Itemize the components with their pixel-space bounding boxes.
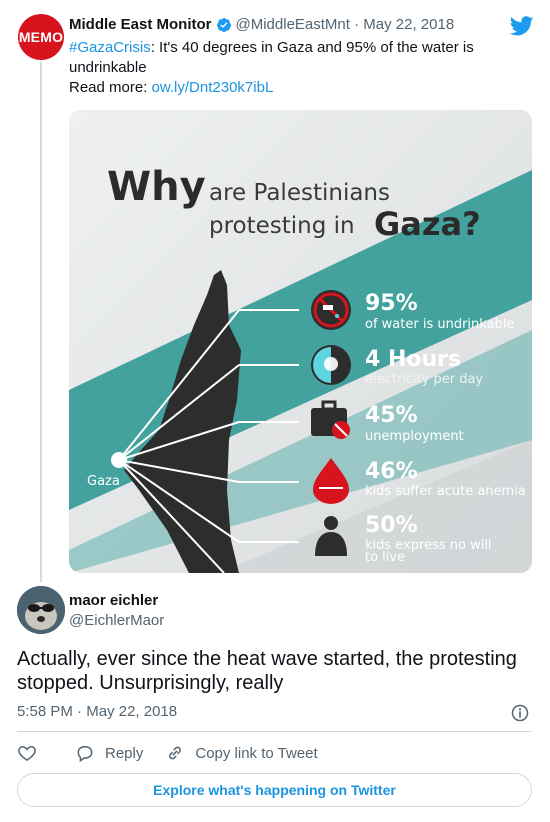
reply-text: Actually, ever since the heat wave start… — [17, 648, 517, 694]
link-icon — [169, 746, 182, 760]
action-bar: Reply Copy link to Tweet — [17, 742, 340, 764]
hashtag-link[interactable]: #GazaCrisis — [69, 39, 151, 56]
thread-line — [40, 62, 42, 582]
author-name[interactable]: Middle East Monitor — [69, 16, 212, 33]
tweet-media-infographic[interactable]: Why are Palestinians protesting in Gaza?… — [69, 110, 532, 573]
reply-avatar[interactable] — [17, 586, 65, 634]
reply-button[interactable]: Reply — [75, 743, 143, 763]
title-line2: protesting in — [209, 213, 355, 239]
author-handle[interactable]: @MiddleEastMnt — [236, 16, 350, 33]
tweet-text: #GazaCrisis: It's 40 degrees in Gaza and… — [69, 38, 509, 98]
reply-timestamp[interactable]: 5:58 PM · May 22, 2018 — [17, 703, 177, 720]
stat-value: 45% — [365, 403, 418, 428]
tweet-url-link[interactable]: ow.ly/Dnt230k7ibL — [152, 79, 274, 96]
title-gaza: Gaza? — [374, 205, 481, 243]
avatar-text: MEMO — [18, 29, 64, 45]
stat-label: of water is undrinkable — [365, 317, 514, 332]
no-water-icon — [311, 290, 351, 330]
read-more-label: Read more: — [69, 79, 148, 96]
stat-value: 95% — [365, 291, 418, 316]
info-icon[interactable] — [510, 703, 530, 723]
reply-label: Reply — [105, 744, 144, 762]
gaza-dot — [111, 452, 127, 468]
tweet-header: Middle East Monitor @MiddleEastMnt · May… — [69, 16, 454, 33]
divider — [17, 731, 532, 732]
reply-author-name[interactable]: maor eichler — [69, 592, 158, 609]
reply-time[interactable]: 5:58 PM — [17, 703, 73, 720]
reply-icon — [77, 746, 93, 763]
stat-label: unemployment — [365, 429, 464, 444]
verified-badge-icon — [216, 17, 231, 32]
reply-author-handle[interactable]: @EichlerMaor — [69, 612, 164, 629]
title-why: Why — [107, 164, 206, 210]
dot-separator: · — [349, 16, 364, 33]
stat-label: electricity per day — [365, 372, 483, 387]
electricity-icon — [311, 345, 351, 385]
copy-link-button[interactable]: Copy link to Tweet — [165, 743, 318, 763]
memo-avatar[interactable]: MEMO — [18, 14, 64, 60]
stat-label: kids suffer acute anemia — [365, 484, 526, 499]
tweet-date[interactable]: May 22, 2018 — [363, 16, 454, 33]
like-button[interactable] — [17, 743, 47, 763]
explore-button[interactable]: Explore what's happening on Twitter — [17, 773, 532, 807]
copy-link-label: Copy link to Tweet — [195, 744, 318, 762]
dog-avatar-icon — [17, 586, 65, 634]
twitter-bird-icon[interactable] — [510, 14, 534, 38]
explore-label: Explore what's happening on Twitter — [153, 782, 396, 798]
stat-value: 50% — [365, 513, 418, 538]
stat-value: 46% — [365, 459, 418, 484]
dot-separator: · — [77, 703, 87, 720]
reply-date[interactable]: May 22, 2018 — [86, 703, 177, 720]
stat-label: to live — [365, 550, 405, 565]
heart-icon — [18, 745, 36, 761]
stat-value: 4 Hours — [365, 347, 461, 372]
infographic: Why are Palestinians protesting in Gaza?… — [69, 110, 532, 573]
title-line1: are Palestinians — [209, 180, 390, 206]
map-label-gaza: Gaza — [87, 474, 120, 489]
